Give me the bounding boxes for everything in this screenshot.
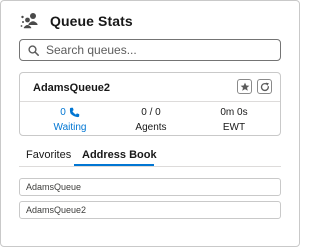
waiting-label: Waiting: [53, 122, 87, 133]
active-tab-indicator: [74, 164, 154, 166]
stat-ewt: 0m 0s EWT: [194, 106, 274, 133]
refresh-icon: [260, 82, 269, 91]
ewt-label: EWT: [222, 122, 246, 133]
stat-agents: 0 / 0 Agents: [111, 106, 191, 133]
phone-icon: [69, 107, 80, 118]
queue-card: AdamsQueue2 0 Waiting 0 / 0 Agents 0m 0s…: [19, 72, 281, 136]
favorite-button[interactable]: [237, 79, 252, 94]
search-input[interactable]: [46, 43, 266, 57]
card-divider: [20, 101, 280, 102]
refresh-button[interactable]: [257, 79, 272, 94]
stat-waiting: 0 Waiting: [30, 106, 110, 133]
tab-bar: Favorites Address Book: [19, 141, 281, 167]
tab-address-book[interactable]: Address Book: [82, 149, 157, 161]
tab-favorites[interactable]: Favorites: [26, 149, 71, 161]
queue-stats-panel: Queue Stats AdamsQueue2 0: [0, 0, 300, 247]
panel-title: Queue Stats: [50, 13, 133, 29]
agents-count: 0 / 0: [141, 107, 161, 118]
star-icon: [240, 82, 249, 91]
queue-people-icon: [20, 12, 39, 30]
ewt-value: 0m 0s: [220, 107, 248, 118]
search-box[interactable]: [19, 39, 281, 61]
list-item[interactable]: AdamsQueue: [19, 178, 281, 196]
list-item[interactable]: AdamsQueue2: [19, 201, 281, 219]
agents-label: Agents: [135, 122, 167, 133]
search-icon: [28, 44, 39, 56]
panel-header: Queue Stats: [20, 11, 133, 31]
waiting-count: 0: [60, 107, 66, 118]
queue-name: AdamsQueue2: [33, 82, 111, 94]
